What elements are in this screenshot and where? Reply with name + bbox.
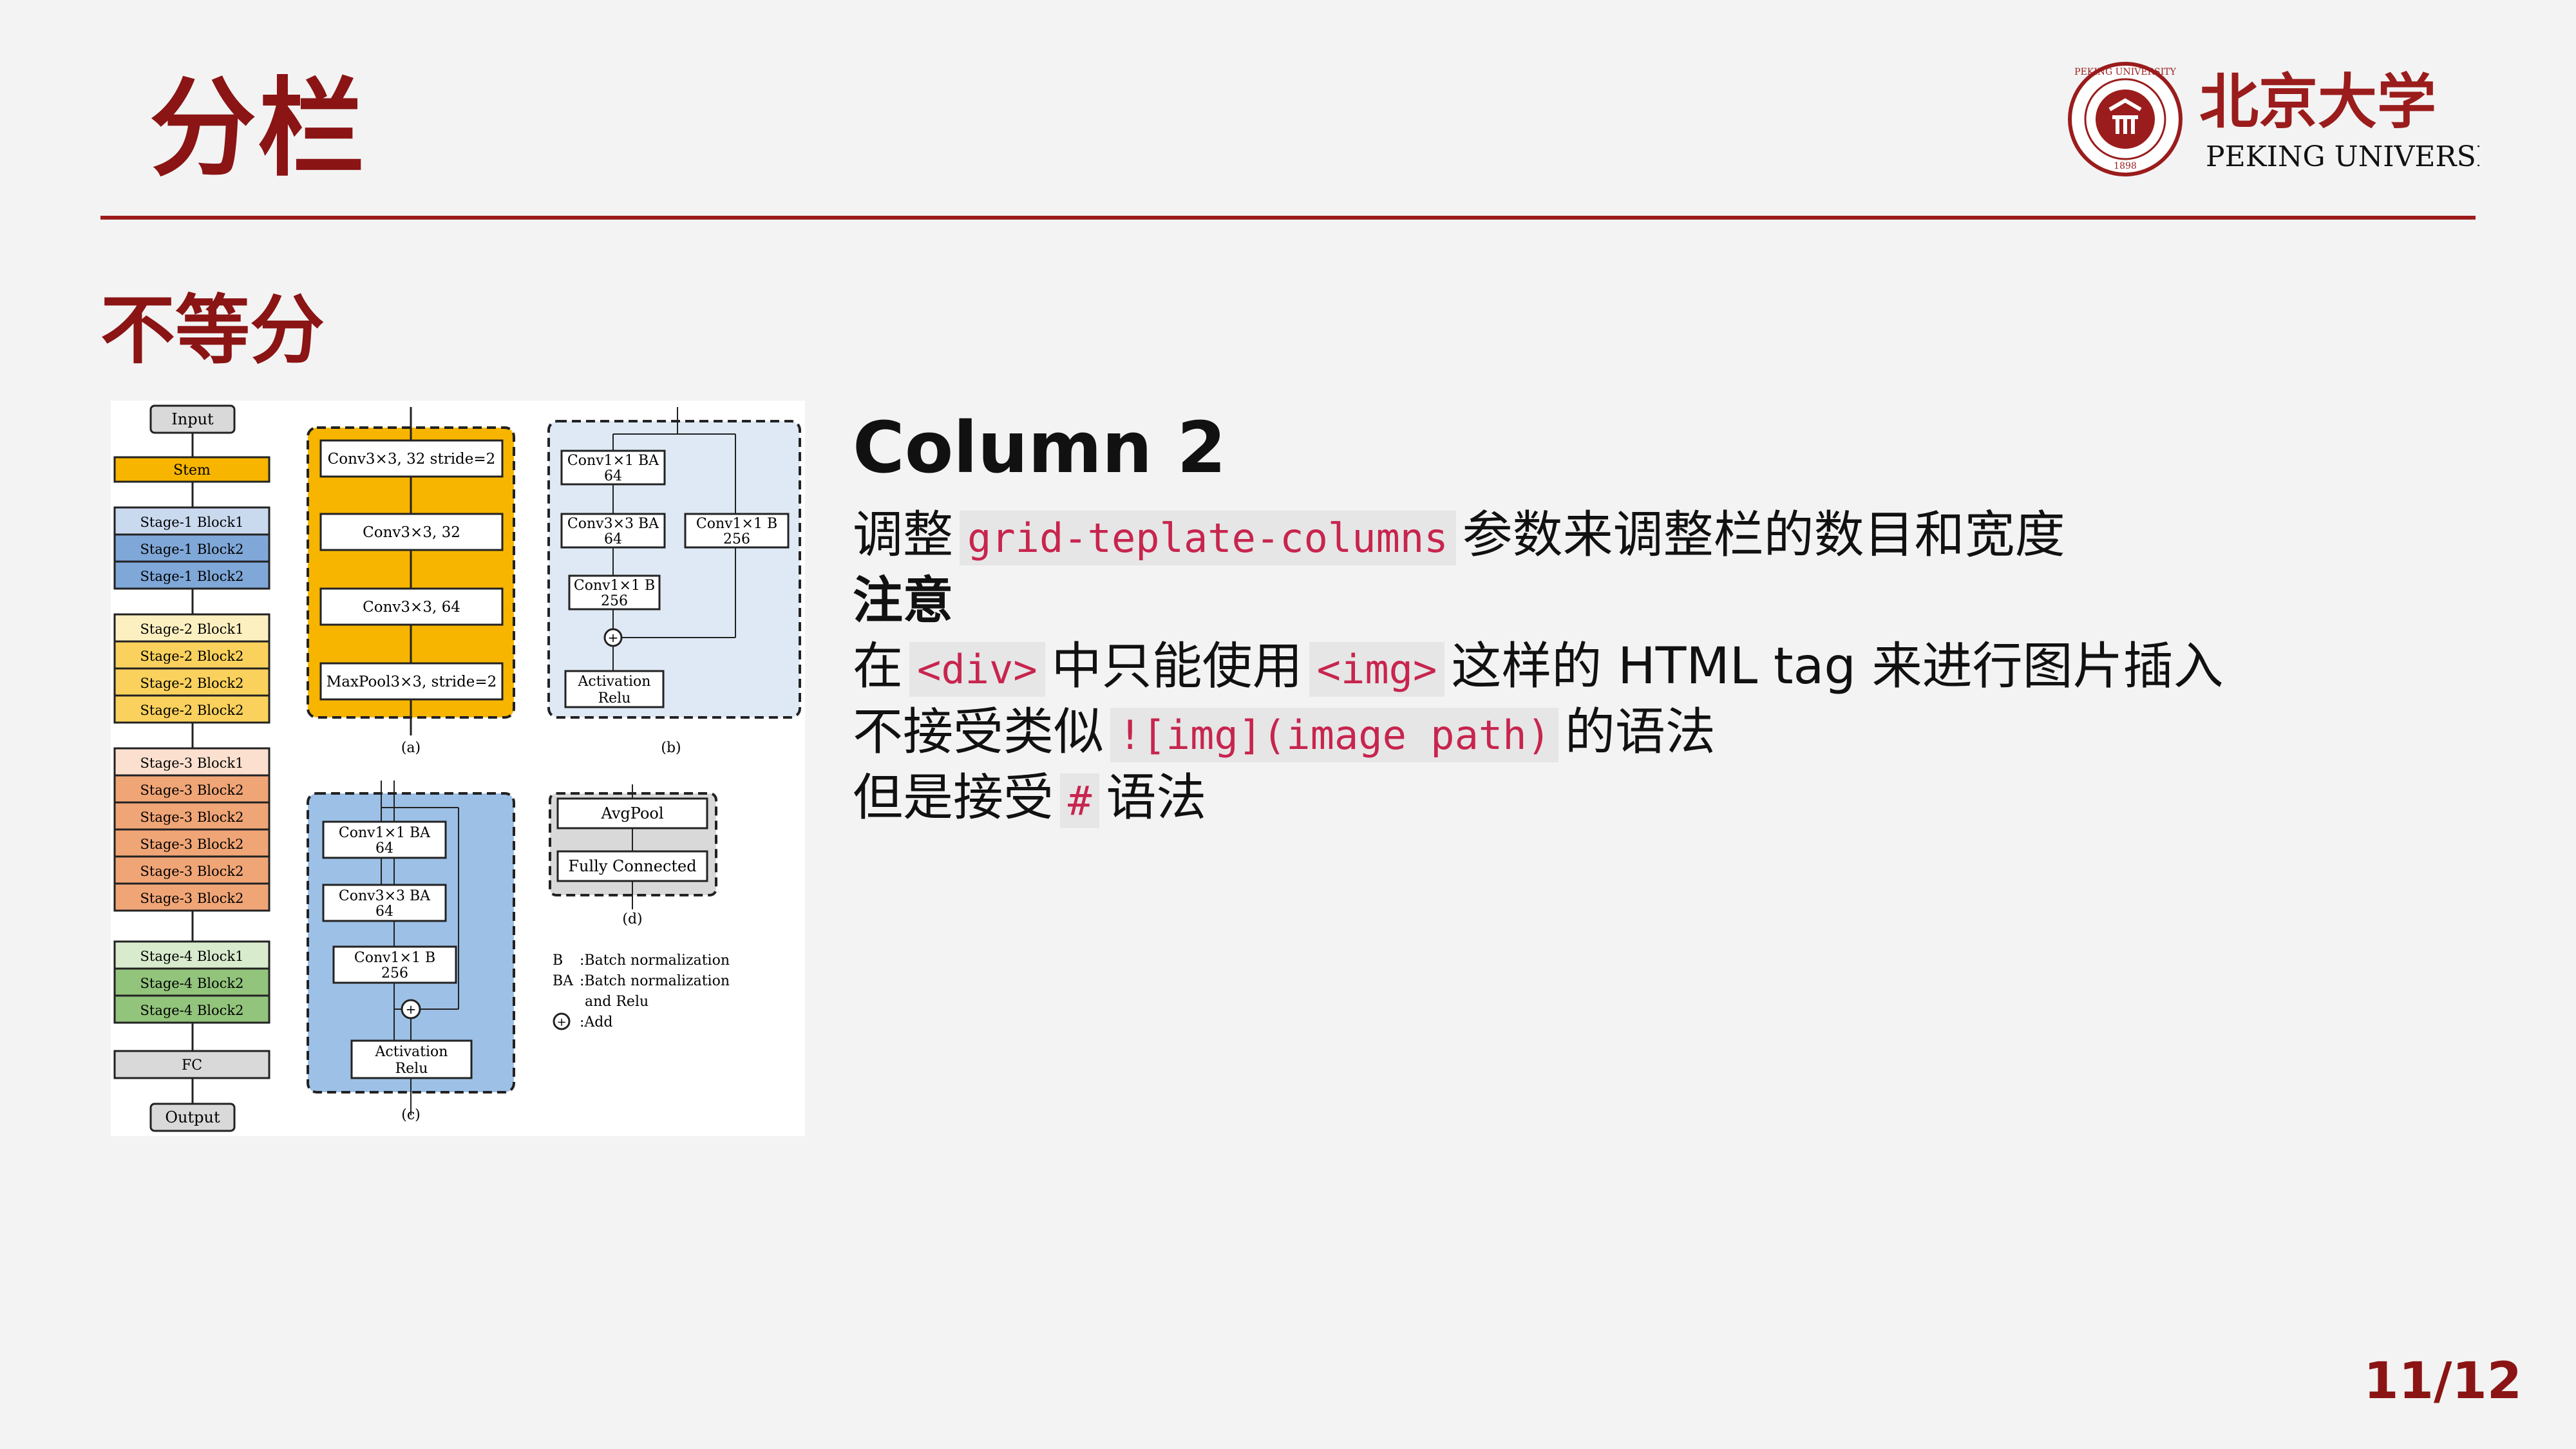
text-line-2-note: 注意: [853, 572, 954, 630]
page-number: 11/12: [2363, 1352, 2522, 1410]
line1-pre: 调整: [853, 506, 954, 564]
section-title: 不等分: [100, 287, 325, 374]
panel-c-box2-line1: Conv3×3 BA: [339, 888, 431, 904]
panel-d-box-1: AvgPool: [600, 804, 663, 822]
panel-b-activation-line2: Relu: [598, 690, 631, 706]
panel-b-box2-line2: 64: [604, 531, 622, 547]
panel-c-activation-line1: Activation: [375, 1044, 448, 1060]
architecture-diagram: Input Stem Stage-1 Block1 Stage-1 Block2…: [113, 404, 801, 1132]
panel-b-shortcut-line1: Conv1×1 B: [696, 516, 777, 532]
stage2-block-2: Stage-2 Block2: [140, 649, 244, 664]
logo-chinese-name: 北京大学: [2199, 67, 2436, 137]
input-label: Input: [171, 410, 214, 428]
inline-code-grid-template: grid-teplate-columns: [960, 511, 1456, 565]
panel-c-box1-line2: 64: [375, 840, 393, 857]
stage4-block-1: Stage-4 Block1: [140, 949, 244, 964]
line5-post: 语法: [1106, 769, 1207, 827]
text-line-3: 在 <div> 中只能使用 <img> 这样的 HTML tag 来进行图片插入: [853, 634, 2501, 699]
panel-b-caption: (b): [661, 740, 681, 756]
text-line-5: 但是接受 # 语法: [853, 765, 2501, 831]
column-2-heading: Column 2: [853, 406, 1227, 489]
legend-key-add: +: [556, 1016, 566, 1029]
legend-key-ba: BA: [553, 973, 574, 989]
panel-b-box1-line1: Conv1×1 BA: [567, 453, 659, 469]
panel-d-box-2: Fully Connected: [568, 857, 696, 875]
line4-post: 的语法: [1564, 703, 1716, 761]
architecture-figure: Input Stem Stage-1 Block1 Stage-1 Block2…: [111, 401, 805, 1136]
legend-desc-ba-cont: and Relu: [585, 994, 649, 1010]
panel-a-box-3: Conv3×3, 64: [363, 599, 460, 616]
panel-b-box3-line2: 256: [601, 593, 628, 609]
legend-key-b: B: [553, 952, 563, 969]
stage3-block-3: Stage-3 Block2: [140, 810, 244, 825]
line5-pre: 但是接受: [853, 769, 1054, 827]
seal-top-text: PEKING UNIVERSITY: [2074, 67, 2176, 77]
line3-pre: 在: [853, 638, 904, 696]
column-2: Column 2 调整 grid-teplate-columns 参数来调整栏的数目…: [853, 412, 2501, 831]
stage3-block-5: Stage-3 Block2: [140, 864, 244, 879]
stage2-block-1: Stage-2 Block1: [140, 621, 244, 637]
stage3-block-2: Stage-3 Block2: [140, 782, 244, 798]
inline-code-hash: #: [1060, 773, 1100, 828]
logo-english-name: PEKING UNIVERSITY: [2206, 140, 2479, 173]
university-seal-icon: PEKING UNIVERSITY 1898: [2068, 62, 2183, 176]
panel-b-shortcut-line2: 256: [723, 531, 750, 547]
slide-title: 分栏: [149, 67, 366, 191]
panel-a: Conv3×3, 32 stride=2 Conv3×3, 32 Conv3×3…: [307, 407, 515, 756]
line3-mid: 中只能使用: [1051, 638, 1303, 696]
text-line-1: 调整 grid-teplate-columns 参数来调整栏的数目和宽度: [853, 502, 2501, 568]
stage3-block-4: Stage-3 Block2: [140, 837, 244, 852]
title-divider: [100, 216, 2476, 220]
output-label: Output: [165, 1108, 220, 1126]
panel-a-box-2: Conv3×3, 32: [363, 524, 460, 541]
text-line-4: 不接受类似 ![img](image path) 的语法: [853, 699, 2501, 765]
panel-a-box-4: MaxPool3×3, stride=2: [327, 674, 497, 690]
legend-desc-ba: :Batch normalization: [580, 973, 730, 989]
panel-c-box3-line2: 256: [381, 965, 408, 981]
line1-post: 参数来调整栏的数目和宽度: [1462, 506, 2065, 564]
stage4-block-3: Stage-4 Block2: [140, 1003, 244, 1018]
stem-label: Stem: [173, 462, 211, 478]
stage4-block-2: Stage-4 Block2: [140, 976, 244, 991]
panel-b-box1-line2: 64: [604, 468, 622, 484]
stage2-block-3: Stage-2 Block2: [140, 676, 244, 691]
legend-desc-b: :Batch normalization: [580, 952, 730, 969]
stage3-block-6: Stage-3 Block2: [140, 891, 244, 906]
panel-c-caption: (c): [401, 1107, 421, 1123]
left-column-blocks: Input Stem Stage-1 Block1 Stage-1 Block2…: [113, 404, 270, 1132]
panel-c-add-symbol: +: [406, 1001, 417, 1017]
panel-c: Conv1×1 BA 64 Conv3×3 BA 64 Conv1×1 B 25…: [307, 781, 515, 1123]
line3-post: 这样的 HTML tag 来进行图片插入: [1451, 638, 2224, 696]
stage1-block-3: Stage-1 Block2: [140, 569, 244, 584]
line4-pre: 不接受类似: [853, 703, 1104, 761]
panel-b-box3-line1: Conv1×1 B: [574, 578, 655, 594]
panel-c-box1-line1: Conv1×1 BA: [339, 825, 431, 841]
stage1-block-1: Stage-1 Block1: [140, 515, 244, 530]
figure-legend: B :Batch normalization BA :Batch normali…: [553, 952, 730, 1030]
stage1-block-2: Stage-1 Block2: [140, 542, 244, 557]
panel-c-activation-line2: Relu: [395, 1061, 428, 1077]
inline-code-div: <div>: [909, 642, 1045, 697]
stage2-block-4: Stage-2 Block2: [140, 703, 244, 718]
panel-b-add-symbol: +: [608, 630, 619, 645]
peking-university-logo: PEKING UNIVERSITY 1898 北京大学 PEKING UNIVE…: [2068, 62, 2479, 176]
seal-year: 1898: [2114, 161, 2137, 171]
panel-c-box2-line2: 64: [375, 904, 393, 920]
panel-b-activation-line1: Activation: [578, 674, 651, 690]
panel-d: AvgPool Fully Connected (d): [549, 784, 717, 927]
panel-a-box-1: Conv3×3, 32 stride=2: [328, 451, 496, 468]
fc-label: FC: [182, 1057, 202, 1074]
stage3-block-1: Stage-3 Block1: [140, 755, 244, 771]
panel-d-caption: (d): [622, 911, 642, 927]
inline-code-img: <img>: [1309, 642, 1445, 697]
legend-desc-add: :Add: [580, 1014, 612, 1030]
panel-b-box2-line1: Conv3×3 BA: [567, 516, 659, 532]
inline-code-markdown-img: ![img](image path): [1110, 708, 1558, 762]
panel-b: Conv1×1 BA 64 Conv3×3 BA 64 Conv1×1 B 25…: [547, 407, 801, 756]
panel-c-box3-line1: Conv1×1 B: [354, 950, 435, 966]
panel-a-caption: (a): [401, 740, 421, 756]
